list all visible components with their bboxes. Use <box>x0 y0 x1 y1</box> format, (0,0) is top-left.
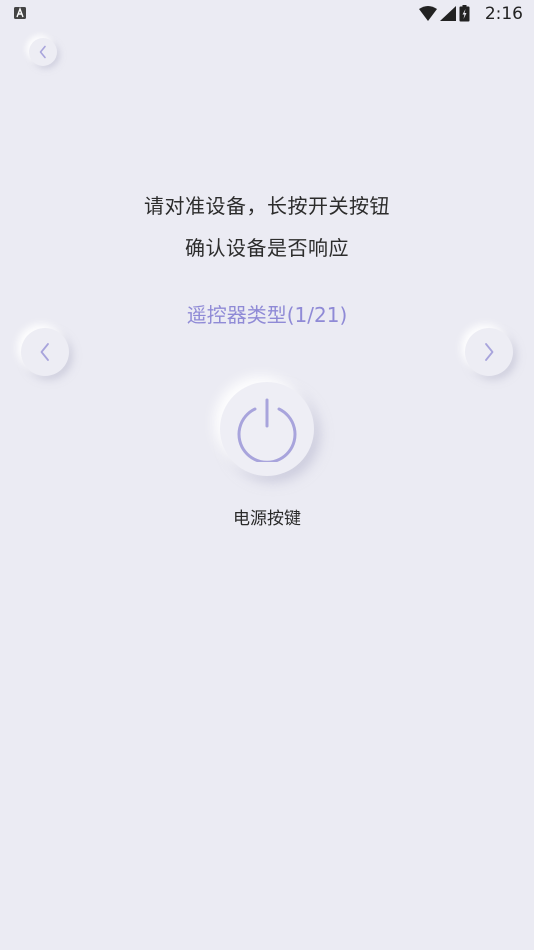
chevron-left-icon <box>39 45 46 59</box>
instruction-line-1: 请对准设备，长按开关按钮 <box>144 194 390 218</box>
status-bar: 2:16 <box>0 0 534 28</box>
status-icons <box>419 4 470 21</box>
back-button[interactable] <box>29 38 57 66</box>
chevron-left-icon <box>40 343 49 361</box>
power-icon <box>237 398 297 462</box>
power-key-label: 电源按键 <box>233 509 301 529</box>
status-time: 2:16 <box>484 4 523 24</box>
next-type-button[interactable] <box>465 328 513 376</box>
chevron-right-icon <box>485 343 494 361</box>
instruction-line-2: 确认设备是否响应 <box>185 236 349 260</box>
battery-charging-icon <box>459 4 470 21</box>
remote-type-label: 遥控器类型(1/21) <box>186 303 348 327</box>
prev-type-button[interactable] <box>21 328 69 376</box>
wifi-icon <box>419 5 437 21</box>
cell-signal-icon <box>440 5 456 21</box>
app-notification-icon <box>14 7 26 19</box>
power-button[interactable] <box>220 382 314 476</box>
